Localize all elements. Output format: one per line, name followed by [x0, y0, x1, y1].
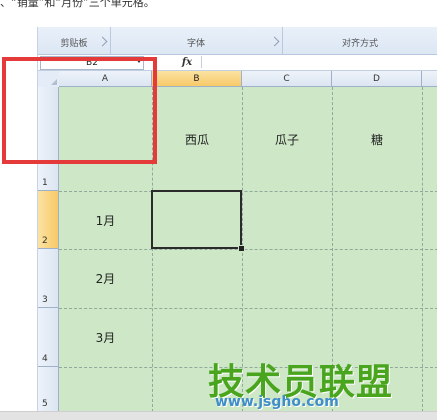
highlight-box-a1: [2, 57, 157, 164]
active-cell-b2[interactable]: [151, 190, 242, 249]
ribbon-group-bar: 剪贴板 字体 对齐方式: [38, 27, 437, 55]
alignment-group-label: 对齐方式: [341, 39, 378, 49]
watermark-url: www.jsgho.com: [215, 394, 339, 410]
cell-d1[interactable]: 糖: [332, 87, 422, 191]
insert-function-button[interactable]: fx: [177, 55, 197, 70]
row-number-2: 2: [42, 236, 48, 246]
row-header-3[interactable]: 3: [38, 249, 59, 308]
cell-a4[interactable]: 3月: [59, 308, 152, 367]
cell-a3[interactable]: 2月: [59, 249, 152, 308]
row-number-3: 3: [42, 295, 48, 305]
cell-c1[interactable]: 瓜子: [242, 87, 332, 191]
cell-a2[interactable]: 1月: [59, 191, 152, 249]
column-header-e[interactable]: [422, 71, 437, 87]
row-number-4: 4: [42, 354, 48, 364]
row-header-4[interactable]: 4: [38, 308, 59, 367]
column-header-d[interactable]: D: [332, 71, 422, 87]
row-header-2[interactable]: 2: [38, 191, 59, 249]
row-number-1: 1: [42, 178, 48, 188]
ribbon-group-alignment: 对齐方式: [282, 27, 437, 54]
ribbon-group-font: 字体: [110, 27, 283, 54]
font-group-label: 字体: [186, 39, 205, 49]
column-header-b[interactable]: B: [152, 71, 242, 87]
instruction-caption: 、“销量”和“月份”三个单元格。: [0, 0, 155, 8]
column-header-c[interactable]: C: [242, 71, 332, 87]
ribbon-group-clipboard: 剪贴板: [38, 27, 111, 54]
fill-handle[interactable]: [238, 245, 245, 252]
row-number-5: 5: [42, 399, 48, 409]
row-header-5[interactable]: 5: [38, 367, 59, 412]
formula-input[interactable]: [201, 56, 437, 68]
cell-b1[interactable]: 西瓜: [152, 87, 242, 191]
